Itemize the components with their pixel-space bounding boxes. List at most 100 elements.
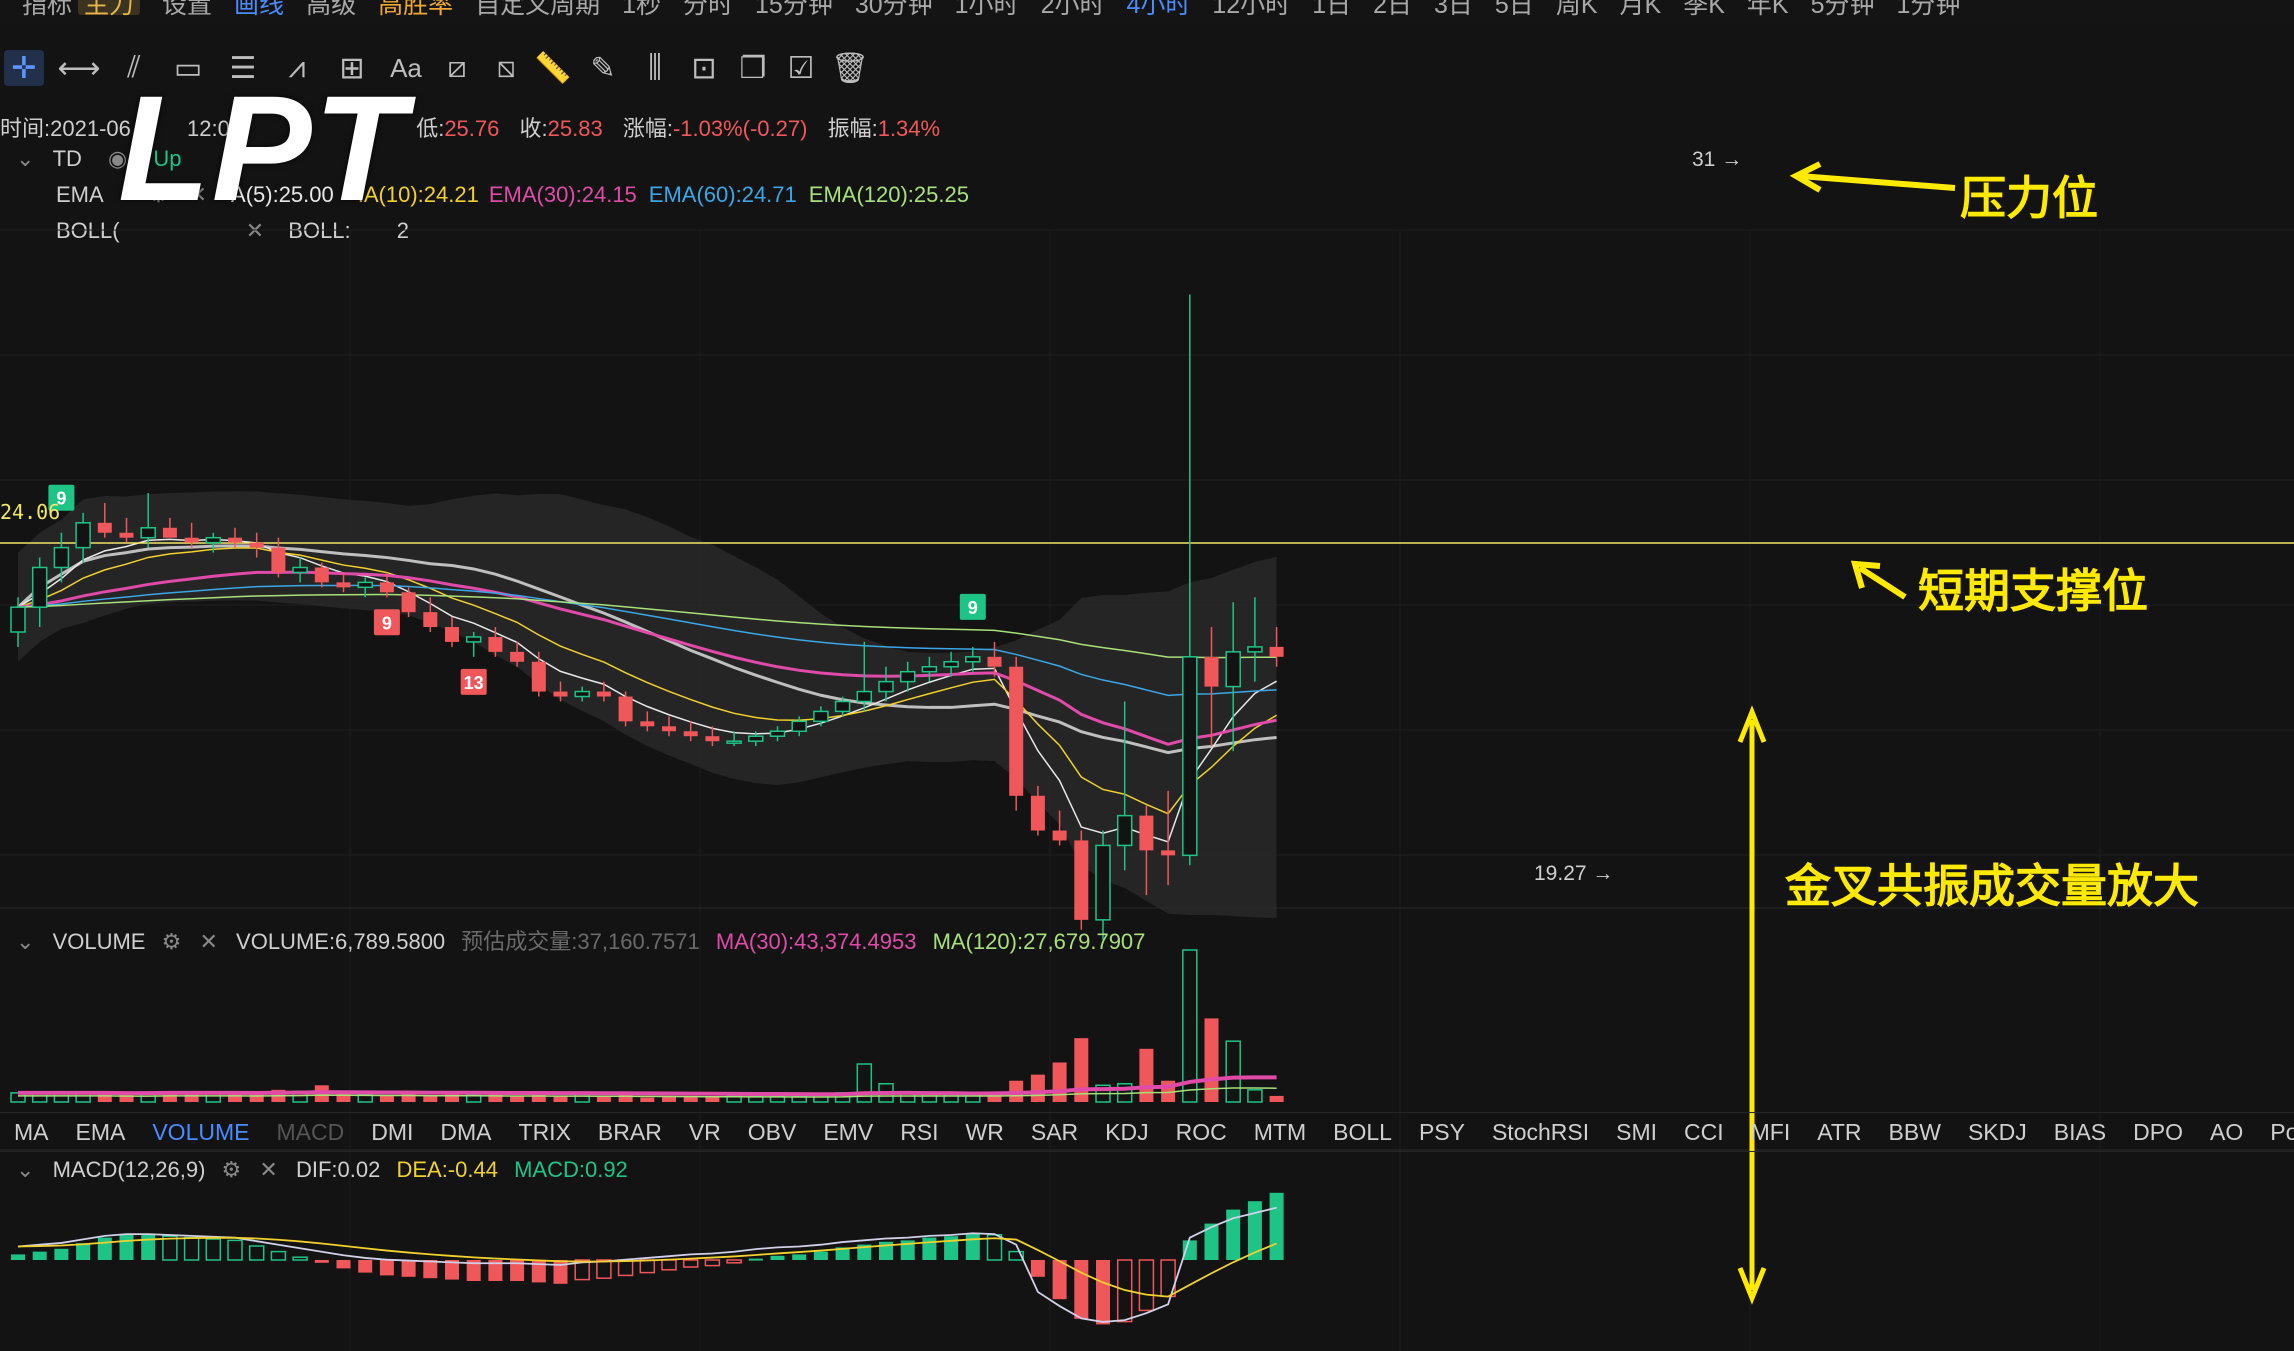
indicator-tab-stochrsi[interactable]: StochRSI <box>1492 1119 1589 1146</box>
macd-bar <box>54 1248 69 1260</box>
volume-bar <box>705 1097 720 1102</box>
indicator-tab-mfi[interactable]: MFI <box>1751 1119 1791 1146</box>
settings-icon[interactable]: ⚙ <box>222 1157 242 1182</box>
indicator-tab-sar[interactable]: SAR <box>1031 1119 1078 1146</box>
candle-body <box>640 721 655 727</box>
indicator-tab-bbw[interactable]: BBW <box>1889 1119 1941 1146</box>
candle-body <box>205 536 222 544</box>
indicator-tab-mtm[interactable]: MTM <box>1254 1119 1306 1146</box>
indicator-tab-bias[interactable]: BIAS <box>2054 1119 2106 1146</box>
indicator-tab-boll[interactable]: BOLL <box>1333 1119 1392 1146</box>
candle-body <box>162 527 177 538</box>
candle-body <box>401 592 416 613</box>
macd-value: MACD:0.92 <box>514 1157 628 1182</box>
indicator-tab-dma[interactable]: DMA <box>440 1119 491 1146</box>
candle-body <box>1052 830 1067 841</box>
indicator-tab-brar[interactable]: BRAR <box>598 1119 662 1146</box>
collapse-chevron-icon[interactable]: ⌄ <box>16 1157 34 1182</box>
indicator-tab-psy[interactable]: PSY <box>1419 1119 1465 1146</box>
candle-body <box>1161 850 1176 856</box>
indicator-tab-cci[interactable]: CCI <box>1684 1119 1724 1146</box>
candle-body <box>357 581 373 589</box>
indicator-tab-ma[interactable]: MA <box>14 1119 49 1146</box>
indicator-tab-ao[interactable]: AO <box>2210 1119 2243 1146</box>
volume-bar <box>1030 1074 1045 1102</box>
macd-dea: DEA:-0.44 <box>396 1157 498 1182</box>
candle-body <box>10 606 26 633</box>
indicator-tab-obv[interactable]: OBV <box>748 1119 797 1146</box>
candle-body <box>1074 840 1089 920</box>
candle-body <box>705 736 720 742</box>
candle-body <box>813 710 829 723</box>
indicator-tab-macd[interactable]: MACD <box>276 1119 344 1146</box>
candle-body <box>878 680 894 693</box>
indicator-tab-roc[interactable]: ROC <box>1176 1119 1227 1146</box>
candle-body <box>379 582 394 593</box>
macd-bar <box>205 1238 222 1261</box>
candle-body <box>596 691 611 697</box>
macd-bar <box>1138 1259 1155 1312</box>
indicator-tab-volume[interactable]: VOLUME <box>152 1119 249 1146</box>
volume-bar <box>510 1095 525 1102</box>
indicator-tab-atr[interactable]: ATR <box>1817 1119 1861 1146</box>
candle-body <box>662 726 676 732</box>
volume-ma30: MA(30):43,374.4953 <box>715 929 917 954</box>
volume-bar <box>1182 949 1198 1103</box>
indicator-tab-ema[interactable]: EMA <box>76 1119 126 1146</box>
volume-bar <box>1247 1089 1263 1103</box>
td-marker-label: 9 <box>968 598 978 618</box>
indicator-tab-dmi[interactable]: DMI <box>371 1119 413 1146</box>
volume-name: VOLUME <box>52 929 146 954</box>
macd-row: ⌄ MACD(12,26,9) ⚙ ✕ DIF:0.02 DEA:-0.44 M… <box>16 1157 628 1183</box>
high-marker-value: 31 <box>1692 148 1716 171</box>
candle-body <box>1225 651 1241 688</box>
indicator-tab-vr[interactable]: VR <box>689 1119 721 1146</box>
settings-icon[interactable]: ⚙ <box>162 929 182 954</box>
macd-bar <box>227 1239 243 1261</box>
indicator-tab-emv[interactable]: EMV <box>823 1119 873 1146</box>
candle-body <box>314 567 329 583</box>
indicator-tab-position[interactable]: Position <box>2270 1119 2294 1146</box>
volume-bar <box>423 1095 438 1102</box>
macd-bar <box>1030 1260 1045 1277</box>
macd-bar <box>248 1245 265 1261</box>
candle-body <box>834 700 851 713</box>
low-marker: 19.27 → <box>1534 862 1614 885</box>
indicator-tab-trix[interactable]: TRIX <box>519 1119 571 1146</box>
macd-bar <box>379 1260 394 1276</box>
resistance-annotation: 压力位 <box>1960 171 2098 225</box>
indicator-tab-smi[interactable]: SMI <box>1616 1119 1657 1146</box>
candle-body <box>769 730 786 737</box>
indicator-tab-dpo[interactable]: DPO <box>2133 1119 2183 1146</box>
close-icon[interactable]: ✕ <box>259 1157 277 1182</box>
resistance-arrow <box>1799 173 1956 191</box>
candle-body <box>465 636 482 643</box>
candle-body <box>553 691 568 697</box>
macd-bar <box>1096 1260 1110 1325</box>
candle-body <box>488 636 503 652</box>
price-line-label: 24.06 <box>0 500 61 524</box>
indicator-tab-wr[interactable]: WR <box>966 1119 1004 1146</box>
close-icon[interactable]: ✕ <box>199 929 217 954</box>
indicator-tab-rsi[interactable]: RSI <box>900 1119 938 1146</box>
volume-bar <box>1052 1062 1067 1102</box>
macd-bar <box>682 1259 699 1268</box>
macd-bar <box>770 1255 785 1260</box>
collapse-chevron-icon[interactable]: ⌄ <box>16 929 34 954</box>
macd-bar <box>813 1251 828 1260</box>
macd-bar <box>119 1234 134 1260</box>
candle-body <box>965 656 981 663</box>
macd-bar <box>748 1258 763 1261</box>
candle-body <box>1009 666 1024 796</box>
support-annotation: 短期支撑位 <box>1918 564 2148 618</box>
indicator-tab-kdj[interactable]: KDJ <box>1105 1119 1148 1146</box>
candle-body <box>856 690 873 703</box>
macd-bar <box>76 1243 91 1260</box>
candle-body <box>271 547 286 573</box>
candle-body <box>683 731 698 737</box>
indicator-tab-skdj[interactable]: SKDJ <box>1968 1119 2027 1146</box>
candle-body <box>1030 795 1045 831</box>
candle-body <box>423 612 438 628</box>
macd-bar <box>292 1256 308 1261</box>
candle-body <box>292 566 308 574</box>
